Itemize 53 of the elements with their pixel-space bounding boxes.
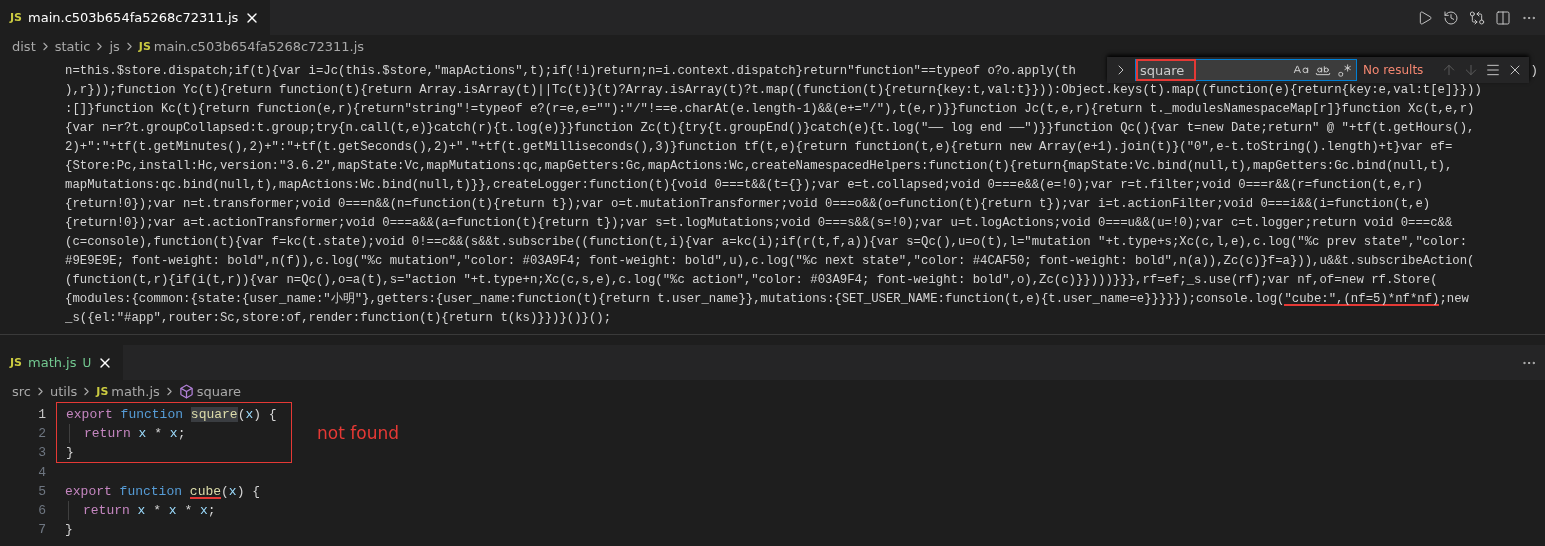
run-icon[interactable] (1417, 9, 1433, 26)
editor-tab[interactable]: JS main.c503b654fa5268c72311.js (0, 0, 271, 35)
code-line: } (65, 521, 74, 539)
result-text: No results (1363, 63, 1424, 77)
code-line: _s({el:"#app",router:Sc,store:of,render:function(t){return t(ks)}})}()}(); (65, 310, 612, 327)
tab-title: math.js (28, 355, 77, 370)
split-editor-icon[interactable] (1495, 9, 1511, 26)
code-line: (c=console),function(t){var f=kc(t.state);void 0!==c&&(s&&t.subscribe((function(t,i){var a=kc(i);if(r(t,f,a)){var s=Qc(),u=o(t),l="mutation "+t.type+s;Xc(c,l,e),c.log("%c prev state","color: (65, 234, 1468, 251)
code-line: export function square(x) { (66, 406, 278, 424)
code-line: {modules:{common:{state:{user_name:"小明"},getters:{user_name:function(t){return t.user_name}},mutations:{SET_USER_NAME:function(t,e){t.user_name=e}}}}});console.log("cube:",(nf=5)*nf*nf);new (65, 291, 1469, 308)
js-file-icon: JS (96, 384, 109, 398)
code-line: } (66, 444, 75, 462)
breadcrumb-item[interactable]: main.c503b654fa5268c72311.js (153, 38, 365, 54)
line-number: 4 (37, 464, 46, 482)
code-line: #9E9E9E; font-weight: bold",n(f)),c.log("%c mutation","color: #03A9F4; font-weight: bold",u),c.log("%c next state","color: #4CAF50; font-weight: bold",n(a)),Zc(c)}f=a})),u&&t.subscribeAction( (65, 253, 1475, 270)
breadcrumb-item[interactable]: math.js (111, 383, 160, 399)
code-line: {return!0});var a=t.actionTransformer;void 0===a&&(a=function(t){return t});var s=t.logMutations;void 0===s&&(s=!0);var u=t.logActions;void 0===u&&(u=!0);var c=t.logger;return void 0===c&& (65, 215, 1453, 232)
annotation-note: not found (317, 422, 399, 443)
find-in-selection-icon[interactable] (1485, 62, 1501, 78)
code-line: {return!0});var n=t.transformer;void 0===n&&(n=function(t){return t});var o=t.mutationTransformer;void 0===o&&(o=function(t){return t});var i=t.actionFilter;void 0===i&&(i=function(t,e) (65, 196, 1431, 213)
code-line: {var n=r?t.groupCollapsed:t.group;try{n.call(t,e)}catch(r){t.log(e)}}function Zc(t){try{t.groupEnd()}catch(e){t.log("—— log end ——")}}function Qc(){var t=new Date;return" @ "+tf(t.getHours(), (65, 120, 1475, 137)
code-line: ),r}));function Yc(t){return function(t){return Array.isArray(t)||Tc(t)}(t)?Array.isArray(t)?t.map((function(t){return{key:t,val:t}})):Object.keys(t).map((function(e){return{key:e,val:t[e]}})) (65, 82, 1482, 99)
editor-tab[interactable]: JS math.js U (0, 345, 124, 380)
cube-icon (178, 383, 194, 399)
history-icon[interactable] (1443, 9, 1459, 26)
breadcrumb-item[interactable]: src (12, 383, 31, 399)
compare-icon[interactable] (1469, 9, 1485, 26)
regex-icon[interactable] (1337, 62, 1352, 78)
js-file-icon: JS (10, 356, 22, 369)
breadcrumb-item[interactable]: static (54, 38, 91, 54)
code-text: ) (1530, 63, 1538, 80)
code-line: n=this.$store.dispatch;if(t){var i=Jc(this.$store,"mapActions",t);if(!i)return;n=i.context.dispatch}return"function"==typeof o?o.apply(th (65, 63, 1076, 80)
code-line: {Store:Pc,install:Hc,version:"3.6.2",mapState:Vc,mapMutations:qc,mapGetters:Gc,mapActions:Wc,createNamespacedHelpers:function(t){return{mapState:Vc.bind(null,t),mapGetters:Gc.bind(null,t), (65, 158, 1453, 175)
code-line: :[]}function Kc(t){return function(e,r){return"string"!=typeof e?(r=e,e=""):"/"!==e.charAt(e.length-1)&&(e+="/"),t(e,r)}}function Jc(t,e,r){return t._modulesNamespaceMap[r]}function Xc(t,e,r) (65, 101, 1475, 118)
breadcrumb-item[interactable]: square (196, 383, 242, 399)
js-file-icon: JS (138, 39, 151, 53)
find-field[interactable]: square (1135, 59, 1357, 81)
code-line: (function(t,r){if(i(t,r)){var n=Qc(),o=a(t),s="action "+t.type+n;Xc(c,s,e),c.log("%c action","color: #03A9F4; font-weight: bold",o),Zc(c)}})))}}},rf=ef;_s.use(rf);var nf,of=new rf.Store( (65, 272, 1438, 289)
line-number: 6 (37, 502, 46, 520)
line-number: 2 (37, 425, 46, 443)
code-line: export function cube(x) { (65, 483, 262, 501)
line-number: 5 (37, 483, 46, 501)
tab-title: main.c503b654fa5268c72311.js (28, 10, 239, 25)
line-number: 3 (37, 444, 46, 462)
breadcrumb-item[interactable]: utils (50, 383, 78, 399)
js-file-icon: JS (10, 11, 22, 24)
code-line: 2)+":"+tf(t.getMinutes(),2)+":"+tf(t.getSeconds(),2)+"."+tf(t.getMilliseconds(),3)}function tf(t,e){return function(t,e){return new Array(e+1).join(t)}("0",e-t.toString().length)+t}var ef= (65, 139, 1453, 156)
line-number: 7 (37, 521, 46, 539)
status-label: U (82, 355, 92, 370)
breadcrumb-item[interactable]: dist (12, 38, 36, 54)
line-number: 1 (37, 406, 46, 424)
breadcrumb-item[interactable]: js (109, 38, 120, 54)
code-line: mapMutations:qc.bind(null,t),mapActions:Wc.bind(null,t)}},createLogger:function(t){void 0===t&&(t={});var e=t.collapsed;void 0===e&&(e=!0);var r=t.filter;void 0===r&&(r=function(t,e,r) (65, 177, 1423, 194)
